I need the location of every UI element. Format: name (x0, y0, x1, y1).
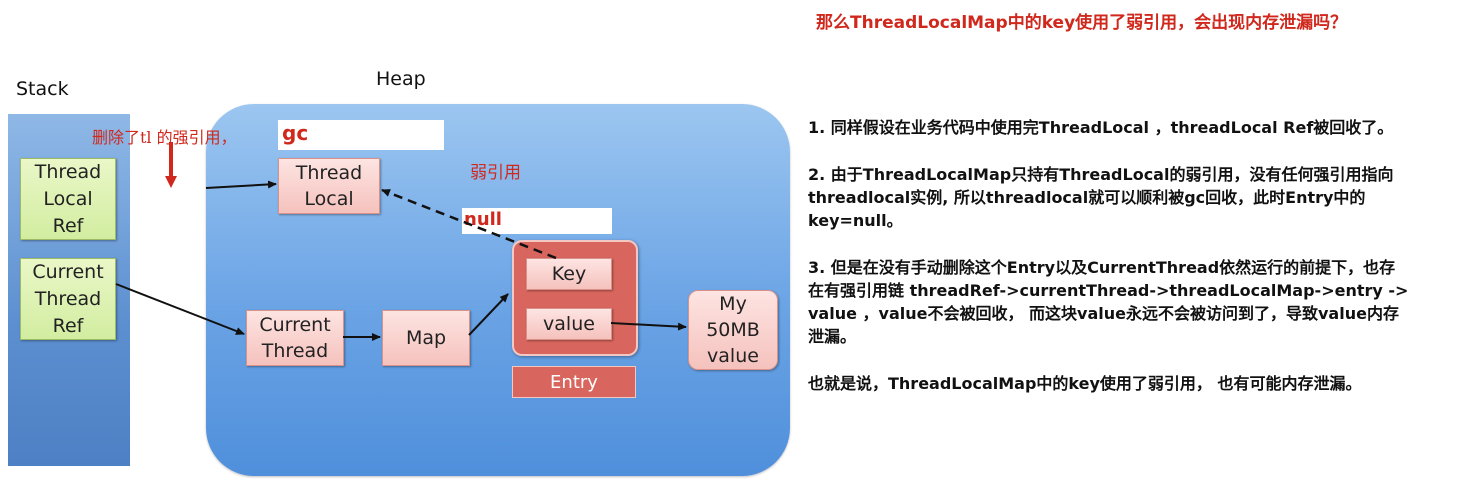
null-label: null (464, 209, 502, 230)
thread-local-ref-box: Thread Local Ref (20, 158, 116, 240)
explanation-p3-line2: 在有强引用链 threadRef->currentThread->threadL… (808, 281, 1409, 300)
explanation-p1: 1. 同样假设在业务代码中使用完ThreadLocal ，threadLocal… (808, 118, 1394, 137)
explanation-p3-line3: value ，value不会被回收， 而这块value永远不会被访问到了，导致v… (808, 304, 1399, 323)
explanation-p3-line1: 3. 但是在没有手动删除这个Entry以及CurrentThread依然运行的前… (808, 258, 1396, 277)
explanation-panel: 1. 同样假设在业务代码中使用完ThreadLocal ，threadLocal… (808, 116, 1468, 395)
heap-label: Heap (376, 68, 426, 90)
thread-local-box: Thread Local (278, 158, 380, 214)
explanation-p2-line3: key=null。 (808, 211, 903, 230)
current-thread-ref-box: Current Thread Ref (20, 258, 116, 340)
question-title: 那么ThreadLocalMap中的key使用了弱引用，会出现内存泄漏吗？ (816, 13, 1348, 33)
explanation-p3-line4: 泄漏。 (808, 327, 857, 346)
entry-label: Entry (512, 366, 636, 398)
value-box: value (526, 308, 612, 340)
explanation-p2-line1: 2. 由于ThreadLocalMap只持有ThreadLocal的弱引用，没有… (808, 165, 1394, 184)
key-box: Key (526, 258, 612, 290)
deleted-strong-ref-note: 删除了tl 的强引用， (92, 128, 237, 147)
my-50mb-value-box: My 50MB value (688, 290, 778, 370)
explanation-p4: 也就是说，ThreadLocalMap中的key使用了弱引用， 也有可能内存泄漏… (808, 374, 1362, 393)
current-thread-box: Current Thread (246, 310, 344, 366)
explanation-p2-line2: threadlocal实例, 所以threadlocal就可以顺利被gc回收，此… (808, 188, 1366, 207)
weak-ref-label: 弱引用 (470, 163, 521, 183)
map-box: Map (382, 310, 470, 366)
stack-label: Stack (16, 78, 69, 100)
gc-label: gc (282, 121, 309, 145)
